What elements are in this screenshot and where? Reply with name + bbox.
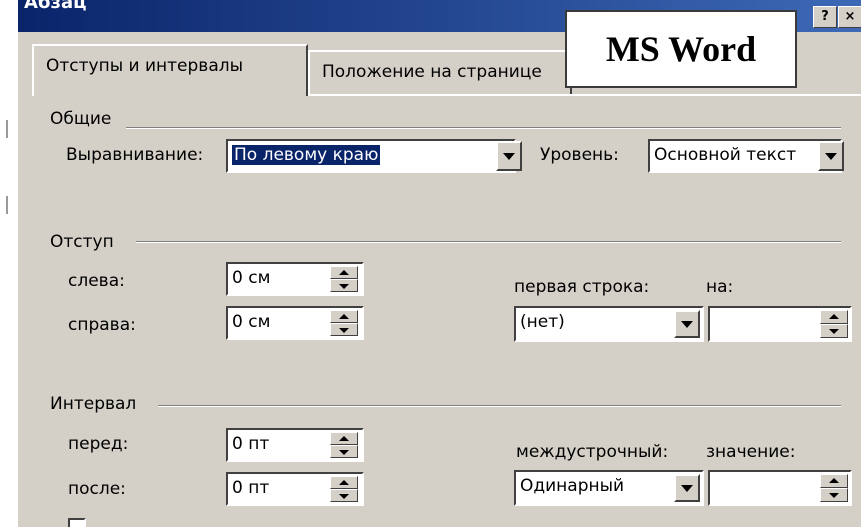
indent-right-value: 0 см bbox=[232, 312, 271, 332]
chevron-down-icon bbox=[825, 153, 837, 160]
group-divider bbox=[136, 241, 841, 243]
line-spacing-dropdown-button[interactable] bbox=[674, 474, 700, 502]
ms-word-annotation: MS Word bbox=[565, 10, 797, 88]
alignment-dropdown-button[interactable] bbox=[496, 141, 522, 171]
chevron-down-icon bbox=[681, 485, 693, 492]
first-line-value: (нет) bbox=[520, 312, 565, 332]
spacing-after-value: 0 пт bbox=[232, 478, 270, 498]
indent-left-label: слева: bbox=[68, 271, 125, 291]
divider bbox=[6, 120, 8, 138]
close-button[interactable]: × bbox=[838, 6, 861, 28]
help-button[interactable]: ? bbox=[813, 6, 837, 28]
spacing-before-label: перед: bbox=[68, 434, 129, 454]
spin-up-button[interactable] bbox=[330, 476, 358, 489]
spin-down-button[interactable] bbox=[330, 445, 358, 458]
spacing-after-label: после: bbox=[68, 479, 126, 499]
by-spinner[interactable] bbox=[820, 310, 848, 338]
at-label: значение: bbox=[706, 442, 796, 462]
line-spacing-label: междустрочный: bbox=[516, 442, 669, 462]
level-dropdown-button[interactable] bbox=[818, 141, 844, 171]
arrow-up-icon bbox=[829, 314, 839, 319]
spin-down-button[interactable] bbox=[330, 279, 358, 292]
by-label: на: bbox=[706, 277, 734, 297]
spin-down-button[interactable] bbox=[820, 324, 848, 338]
alignment-value: По левому краю bbox=[232, 145, 381, 165]
line-spacing-value: Одинарный bbox=[520, 476, 625, 496]
level-label: Уровень: bbox=[540, 145, 619, 165]
arrow-up-icon bbox=[339, 313, 349, 319]
background-strip bbox=[0, 0, 18, 527]
group-divider bbox=[158, 405, 841, 407]
arrow-up-icon bbox=[339, 269, 349, 275]
arrow-up-icon bbox=[829, 478, 839, 483]
at-spinner[interactable] bbox=[820, 474, 848, 502]
indent-left-spinner[interactable] bbox=[330, 266, 358, 292]
first-line-label: первая строка: bbox=[514, 277, 650, 297]
arrow-down-icon bbox=[339, 327, 349, 333]
indent-left-value: 0 см bbox=[232, 268, 271, 288]
alignment-label: Выравнивание: bbox=[66, 145, 204, 165]
tab-label: Положение на странице bbox=[322, 62, 542, 82]
divider bbox=[6, 196, 8, 214]
level-select[interactable]: Основной текст bbox=[648, 139, 842, 173]
indent-group-header: Отступ bbox=[50, 232, 122, 252]
indent-right-label: справа: bbox=[68, 315, 136, 335]
arrow-down-icon bbox=[829, 329, 839, 334]
arrow-down-icon bbox=[339, 283, 349, 289]
arrow-down-icon bbox=[339, 493, 349, 499]
alignment-select[interactable]: По левому краю bbox=[226, 139, 516, 173]
spacing-after-spinner[interactable] bbox=[330, 476, 358, 502]
spin-up-button[interactable] bbox=[330, 266, 358, 279]
dont-add-space-checkbox[interactable] bbox=[68, 518, 86, 527]
first-line-dropdown-button[interactable] bbox=[674, 310, 700, 338]
chevron-down-icon bbox=[503, 153, 515, 160]
spin-up-button[interactable] bbox=[330, 432, 358, 445]
spin-down-button[interactable] bbox=[820, 488, 848, 502]
spacing-before-value: 0 пт bbox=[232, 434, 270, 454]
general-group-header: Общие bbox=[50, 109, 120, 129]
spin-up-button[interactable] bbox=[330, 310, 358, 323]
group-divider bbox=[126, 127, 841, 129]
tab-indents-spacing[interactable]: Отступы и интервалы bbox=[32, 44, 308, 96]
arrow-up-icon bbox=[339, 435, 349, 441]
spin-down-button[interactable] bbox=[330, 323, 358, 336]
tab-page-position[interactable]: Положение на странице bbox=[308, 50, 572, 94]
spin-up-button[interactable] bbox=[820, 474, 848, 488]
spin-up-button[interactable] bbox=[820, 310, 848, 324]
chevron-down-icon bbox=[681, 321, 693, 328]
tab-label: Отступы и интервалы bbox=[46, 56, 244, 76]
dialog-title: Абзац bbox=[24, 0, 87, 13]
arrow-up-icon bbox=[339, 479, 349, 485]
spacing-group-header: Интервал bbox=[50, 394, 145, 414]
indent-right-spinner[interactable] bbox=[330, 310, 358, 336]
spacing-before-spinner[interactable] bbox=[330, 432, 358, 458]
spin-down-button[interactable] bbox=[330, 489, 358, 502]
level-value: Основной текст bbox=[654, 145, 797, 165]
arrow-down-icon bbox=[829, 493, 839, 498]
arrow-down-icon bbox=[339, 449, 349, 455]
